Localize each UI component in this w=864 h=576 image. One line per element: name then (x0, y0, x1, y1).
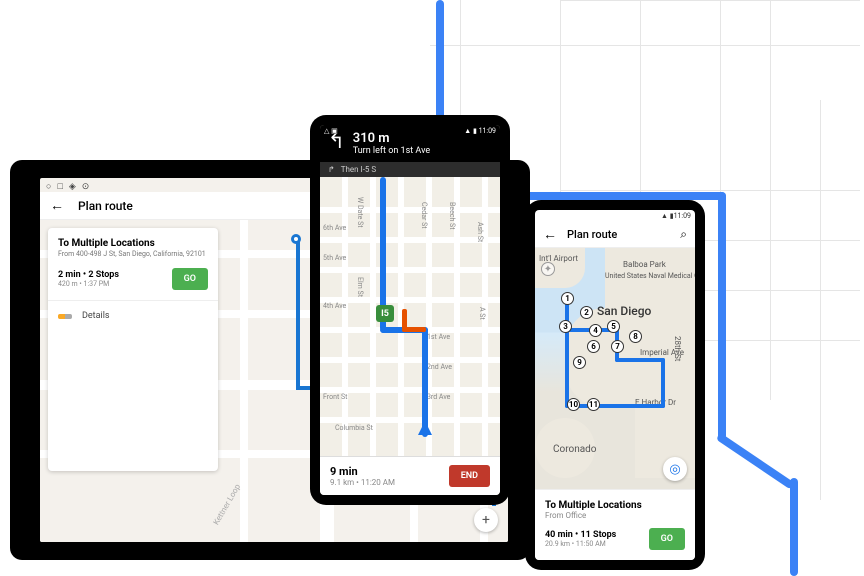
street-label: 2nd Ave (427, 363, 452, 371)
eta-bar: 9 min 9.1 km • 11:20 AM END (320, 456, 500, 495)
end-navigation-button[interactable]: END (449, 465, 490, 487)
turn-distance: 310 m (353, 131, 430, 146)
search-icon[interactable]: ⌕ (680, 227, 687, 242)
street-label: 5th Ave (323, 254, 346, 262)
add-stop-fab[interactable]: + (474, 508, 498, 532)
map-label: Coronado (553, 444, 597, 455)
route-stop[interactable]: 2 (580, 306, 593, 319)
plan-summary-panel: To Multiple Locations From Office 40 min… (535, 489, 695, 560)
street-label: W Date St (356, 197, 364, 228)
status-bar: ▲ ▮ 11:09 (535, 210, 695, 222)
eta-sub: 9.1 km • 11:20 AM (330, 478, 395, 487)
route-style-icon (58, 314, 72, 319)
route-stop[interactable]: 6 (587, 340, 600, 353)
go-button[interactable]: GO (172, 268, 208, 290)
back-arrow-icon[interactable]: ← (543, 226, 557, 243)
details-label: Details (82, 311, 110, 321)
plan-header: ← Plan route ⌕ (535, 222, 695, 248)
turn-instruction: Turn left on 1st Ave (353, 146, 430, 156)
route-stop[interactable]: 3 (559, 320, 572, 333)
tablet-system-nav: ◁ ● (18, 563, 52, 574)
route-stop[interactable]: 10 (567, 398, 580, 411)
plan-panel-title: To Multiple Locations (545, 500, 685, 511)
map-label: Balboa Park (623, 260, 666, 269)
street-label: Cedar St (420, 202, 428, 229)
road-label: Kettner Loop (212, 482, 243, 526)
street-label: 6th Ave (323, 224, 346, 232)
street-label: Front St (323, 393, 347, 401)
next-step-label: Then I-5 S (341, 165, 376, 174)
route-stop[interactable]: 1 (561, 292, 574, 305)
map-label: 28th St (673, 336, 682, 361)
eta-time: 9 min (330, 465, 395, 478)
plan-stats-main: 40 min • 11 Stops (545, 530, 616, 540)
panel-subtitle: From 400-498 J St, San Diego, California… (58, 250, 208, 258)
panel-title: To Multiple Locations (58, 238, 208, 249)
panel-stats-sub: 420 m • 1:37 PM (58, 280, 119, 288)
status-icons-left: △ ▣ (324, 127, 338, 135)
route-stop[interactable]: 9 (573, 356, 586, 369)
details-row[interactable]: Details (58, 301, 208, 321)
tablet-title: Plan route (78, 199, 133, 213)
street-label: Elm St (356, 277, 364, 297)
street-label: Beech St (448, 202, 456, 230)
route-stop[interactable]: 8 (629, 330, 642, 343)
map-label: United States Naval Medical C (605, 272, 695, 280)
current-position-arrow (418, 421, 432, 435)
go-button[interactable]: GO (649, 528, 685, 550)
street-label: A St (478, 307, 486, 320)
phone-plan-device: ▲ ▮ 11:09 ← Plan route ⌕ Int'l Airport B… (525, 200, 705, 570)
next-step-banner: ↱ Then I-5 S (320, 162, 500, 177)
plan-panel-subtitle: From Office (545, 511, 685, 520)
back-arrow-icon[interactable]: ← (50, 197, 64, 214)
route-stop[interactable]: 11 (587, 398, 600, 411)
phone-plan-screen: ▲ ▮ 11:09 ← Plan route ⌕ Int'l Airport B… (535, 210, 695, 560)
then-right-icon: ↱ (328, 165, 335, 174)
compass-icon[interactable]: ✦ (541, 262, 555, 276)
nav-back-icon[interactable]: ◁ (18, 563, 26, 574)
street-label: Columbia St (335, 424, 373, 432)
phone-navigation-device: △ ▣ ▲ ▮ 11:09 ↰ 310 m Turn left on 1st A… (310, 115, 510, 505)
panel-stats-main: 2 min • 2 Stops (58, 270, 119, 280)
plan-map-canvas[interactable]: Int'l Airport Balboa Park United States … (535, 248, 695, 489)
plan-title: Plan route (567, 228, 670, 241)
route-stop[interactable]: 4 (589, 324, 602, 337)
status-bar-right: ▲ ▮ 11:09 (464, 127, 496, 135)
street-label: Ash St (476, 222, 484, 242)
street-label: 1st Ave (427, 333, 450, 341)
interstate-shield: I5 (376, 305, 394, 322)
street-label: 3rd Ave (427, 393, 450, 401)
plan-stats-sub: 20.9 km • 11:50 AM (545, 540, 616, 548)
street-label: 4th Ave (323, 302, 346, 310)
phone-nav-screen: △ ▣ ▲ ▮ 11:09 ↰ 310 m Turn left on 1st A… (320, 125, 500, 495)
route-waypoint (291, 234, 301, 244)
route-summary-panel: To Multiple Locations From 400-498 J St,… (48, 228, 218, 471)
route-stop[interactable]: 7 (611, 340, 624, 353)
my-location-button[interactable]: ◎ (663, 457, 687, 481)
map-city-label: San Diego (597, 304, 651, 318)
navigation-map-canvas[interactable]: 6th Ave 5th Ave W Date St Elm St Cedar S… (320, 177, 500, 456)
upcoming-turn-segment (402, 327, 426, 332)
route-stop[interactable]: 5 (607, 320, 620, 333)
nav-home-icon[interactable]: ● (46, 563, 52, 574)
